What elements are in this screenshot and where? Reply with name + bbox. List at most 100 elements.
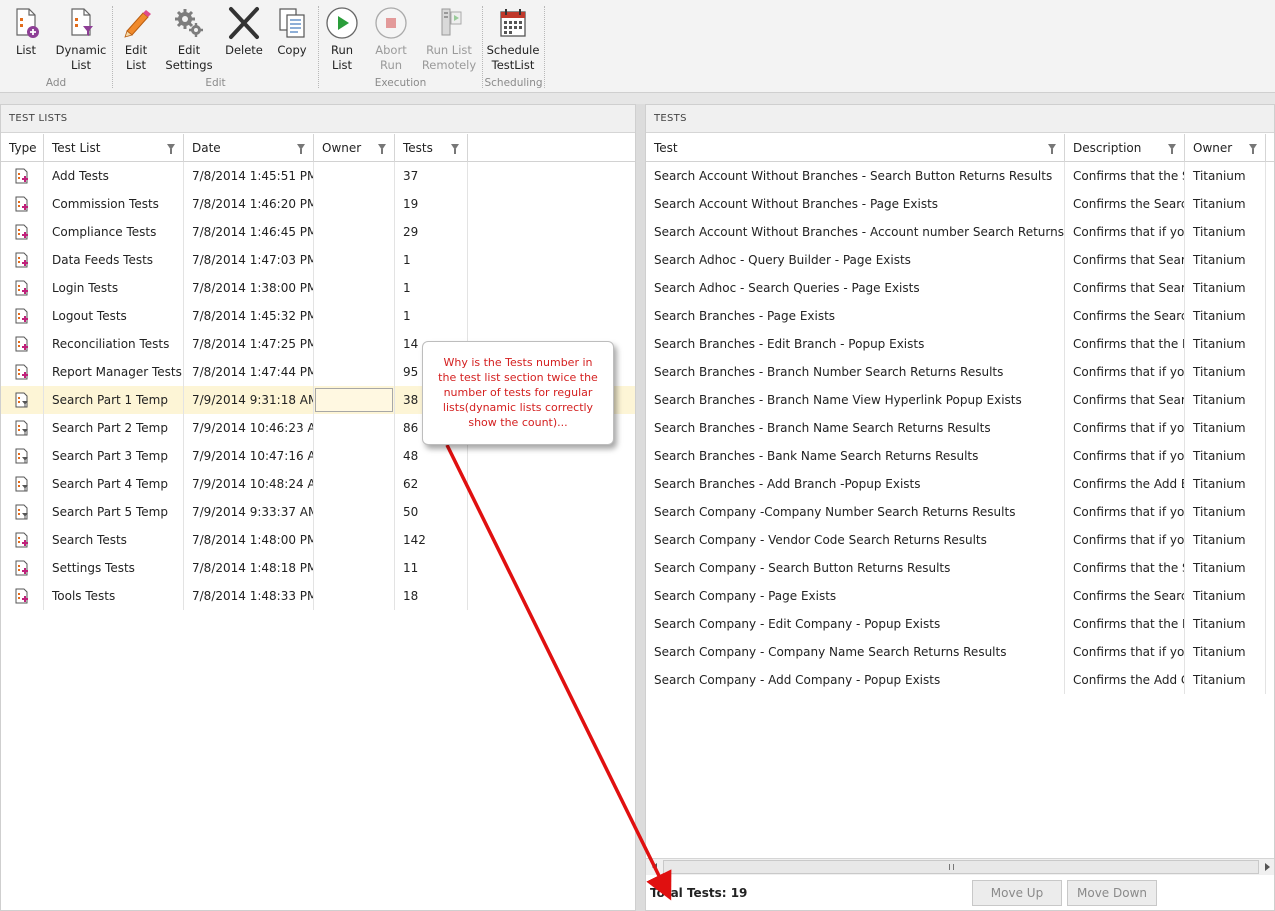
edit-settings-button[interactable]: Edit Settings xyxy=(161,6,217,73)
test-list-row[interactable]: Search Part 5 Temp 7/9/2014 9:33:37 AM 50 xyxy=(1,498,635,526)
filter-icon[interactable] xyxy=(167,144,175,154)
test-row[interactable]: Search Account Without Branches - Accoun… xyxy=(646,218,1274,246)
test-list-name-cell: Reconciliation Tests xyxy=(44,330,184,358)
filter-icon[interactable] xyxy=(297,144,305,154)
horizontal-scrollbar[interactable] xyxy=(646,858,1274,875)
test-list-row[interactable]: Compliance Tests 7/8/2014 1:46:45 PM 29 xyxy=(1,218,635,246)
tests-count-cell: 19 xyxy=(395,190,468,218)
test-list-row[interactable]: Add Tests 7/8/2014 1:45:51 PM 37 xyxy=(1,162,635,190)
test-name-cell: Search Company - Search Button Returns R… xyxy=(646,554,1065,582)
abort-run-button[interactable]: Abort Run xyxy=(369,6,413,73)
column-header-owner[interactable]: Owner xyxy=(1185,134,1266,162)
test-list-row[interactable]: Logout Tests 7/8/2014 1:45:32 PM 1 xyxy=(1,302,635,330)
overflow-cell xyxy=(1266,274,1274,302)
dynamic-list-icon xyxy=(71,8,93,36)
schedule-testlist-label: Schedule TestList xyxy=(486,43,540,72)
test-row[interactable]: Search Adhoc - Search Queries - Page Exi… xyxy=(646,274,1274,302)
overflow-cell xyxy=(1266,582,1274,610)
test-row[interactable]: Search Company - Edit Company - Popup Ex… xyxy=(646,610,1274,638)
owner-cell: Titanium xyxy=(1185,610,1266,638)
delete-x-icon xyxy=(229,7,259,39)
run-list-remotely-label: Run List Remotely xyxy=(421,43,477,72)
overflow-cell xyxy=(1266,638,1274,666)
owner-cell xyxy=(314,190,395,218)
test-list-row[interactable]: Data Feeds Tests 7/8/2014 1:47:03 PM 1 xyxy=(1,246,635,274)
owner-cell: Titanium xyxy=(1185,666,1266,694)
column-header-tests[interactable]: Tests xyxy=(395,134,468,162)
test-name-cell: Search Company - Company Name Search Ret… xyxy=(646,638,1065,666)
test-row[interactable]: Search Company - Search Button Returns R… xyxy=(646,554,1274,582)
test-row[interactable]: Search Account Without Branches - Search… xyxy=(646,162,1274,190)
date-cell: 7/8/2014 1:47:25 PM xyxy=(184,330,314,358)
test-name-cell: Search Branches - Bank Name Search Retur… xyxy=(646,442,1065,470)
test-name-cell: Search Company - Add Company - Popup Exi… xyxy=(646,666,1065,694)
regular-list-type-icon xyxy=(15,168,28,184)
test-row[interactable]: Search Branches - Add Branch -Popup Exis… xyxy=(646,470,1274,498)
filter-icon[interactable] xyxy=(451,144,459,154)
owner-cell xyxy=(314,414,395,442)
panel-splitter[interactable] xyxy=(636,104,645,911)
column-header-type[interactable]: Type xyxy=(1,134,44,162)
schedule-testlist-button[interactable]: Schedule TestList xyxy=(486,6,540,73)
owner-cell xyxy=(314,358,395,386)
test-row[interactable]: Search Company - Add Company - Popup Exi… xyxy=(646,666,1274,694)
test-row[interactable]: Search Company -Company Number Search Re… xyxy=(646,498,1274,526)
test-list-row[interactable]: Settings Tests 7/8/2014 1:48:18 PM 11 xyxy=(1,554,635,582)
test-row[interactable]: Search Adhoc - Query Builder - Page Exis… xyxy=(646,246,1274,274)
tests-body: Search Account Without Branches - Search… xyxy=(646,162,1274,694)
test-list-row[interactable]: Search Tests 7/8/2014 1:48:00 PM 142 xyxy=(1,526,635,554)
test-list-row[interactable]: Search Part 3 Temp 7/9/2014 10:47:16 AM 48 xyxy=(1,442,635,470)
type-cell xyxy=(1,414,44,442)
column-header-date[interactable]: Date xyxy=(184,134,314,162)
test-row[interactable]: Search Branches - Bank Name Search Retur… xyxy=(646,442,1274,470)
run-list-button[interactable]: Run List xyxy=(322,6,362,73)
owner-cell xyxy=(314,526,395,554)
test-row[interactable]: Search Branches - Page Exists Confirms th… xyxy=(646,302,1274,330)
filter-icon[interactable] xyxy=(1048,144,1056,154)
remote-run-icon xyxy=(441,8,462,36)
move-up-button[interactable]: Move Up xyxy=(972,880,1062,906)
filter-icon[interactable] xyxy=(1168,144,1176,154)
column-header-test-list[interactable]: Test List xyxy=(44,134,184,162)
tests-count-cell: 50 xyxy=(395,498,468,526)
overflow-cell xyxy=(1266,666,1274,694)
move-down-button[interactable]: Move Down xyxy=(1067,880,1157,906)
filter-icon[interactable] xyxy=(1249,144,1257,154)
test-row[interactable]: Search Branches - Edit Branch - Popup Ex… xyxy=(646,330,1274,358)
copy-button[interactable]: Copy xyxy=(271,6,313,58)
test-row[interactable]: Search Branches - Branch Number Search R… xyxy=(646,358,1274,386)
owner-cell: Titanium xyxy=(1185,302,1266,330)
group-label-edit: Edit xyxy=(205,77,226,89)
pencil-icon xyxy=(124,10,151,38)
test-row[interactable]: Search Account Without Branches - Page E… xyxy=(646,190,1274,218)
overflow-cell xyxy=(1266,554,1274,582)
delete-button[interactable]: Delete xyxy=(221,6,267,58)
test-row[interactable]: Search Company - Company Name Search Ret… xyxy=(646,638,1274,666)
test-list-row[interactable]: Search Part 4 Temp 7/9/2014 10:48:24 AM 62 xyxy=(1,470,635,498)
gears-icon xyxy=(175,9,203,37)
test-row[interactable]: Search Branches - Branch Name Search Ret… xyxy=(646,414,1274,442)
new-dynamic-list-button[interactable]: Dynamic List xyxy=(54,6,108,73)
date-cell: 7/9/2014 10:47:16 AM xyxy=(184,442,314,470)
tests-panel: TESTS Test Description Owner Search Acco… xyxy=(645,104,1275,911)
date-cell: 7/8/2014 1:46:45 PM xyxy=(184,218,314,246)
new-list-button[interactable]: List xyxy=(6,6,46,58)
test-row[interactable]: Search Company - Page Exists Confirms the… xyxy=(646,582,1274,610)
scroll-left-icon[interactable] xyxy=(652,863,657,871)
column-header-owner[interactable]: Owner xyxy=(314,134,395,162)
column-header-description[interactable]: Description xyxy=(1065,134,1185,162)
test-list-row[interactable]: Commission Tests 7/8/2014 1:46:20 PM 19 xyxy=(1,190,635,218)
test-list-row[interactable]: Login Tests 7/8/2014 1:38:00 PM 1 xyxy=(1,274,635,302)
scroll-right-icon[interactable] xyxy=(1265,863,1270,871)
run-list-remotely-button[interactable]: Run List Remotely xyxy=(420,6,478,73)
test-row[interactable]: Search Company - Vendor Code Search Retu… xyxy=(646,526,1274,554)
test-list-row[interactable]: Tools Tests 7/8/2014 1:48:33 PM 18 xyxy=(1,582,635,610)
owner-edit-input[interactable] xyxy=(315,388,393,412)
filter-icon[interactable] xyxy=(378,144,386,154)
overflow-cell xyxy=(1266,330,1274,358)
test-row[interactable]: Search Branches - Branch Name View Hyper… xyxy=(646,386,1274,414)
edit-list-button[interactable]: Edit List xyxy=(117,6,155,73)
regular-list-type-icon xyxy=(15,364,28,380)
column-header-test[interactable]: Test xyxy=(646,134,1065,162)
scrollbar-thumb[interactable] xyxy=(663,860,1259,874)
